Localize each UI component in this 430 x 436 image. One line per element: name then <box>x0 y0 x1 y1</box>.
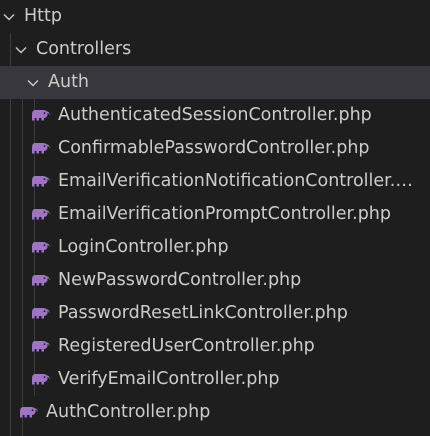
file-label: VerifyEmailController.php <box>58 369 280 389</box>
file-label: ConfirmablePasswordController.php <box>58 138 370 158</box>
tree-file[interactable]: AuthController.php <box>0 396 430 429</box>
folder-label: Controllers <box>36 39 132 59</box>
tree-folder-http[interactable]: Http <box>0 0 430 33</box>
php-elephant-icon <box>30 363 50 396</box>
php-elephant-icon <box>30 264 50 297</box>
php-elephant-icon <box>30 165 50 198</box>
php-elephant-icon <box>30 198 50 231</box>
file-label: RegisteredUserController.php <box>58 336 315 356</box>
file-label: NewPasswordController.php <box>58 270 302 290</box>
tree-file[interactable]: EmailVerificationPromptController.php <box>0 198 430 231</box>
tree-file[interactable]: ConfirmablePasswordController.php <box>0 132 430 165</box>
chevron-down-icon <box>12 33 30 66</box>
tree-file[interactable]: AuthenticatedSessionController.php <box>0 99 430 132</box>
folder-label: Auth <box>48 72 90 92</box>
tree-file[interactable]: PasswordResetLinkController.php <box>0 297 430 330</box>
file-label: AuthController.php <box>46 402 211 422</box>
php-elephant-icon <box>30 231 50 264</box>
tree-folder-auth[interactable]: Auth <box>0 66 430 99</box>
php-elephant-icon <box>30 330 50 363</box>
tree-file[interactable]: VerifyEmailController.php <box>0 363 430 396</box>
file-label: EmailVerificationNotificationController.… <box>58 171 420 191</box>
file-label: AuthenticatedSessionController.php <box>58 105 372 125</box>
tree-file[interactable]: LoginController.php <box>0 231 430 264</box>
tree-file[interactable]: NewPasswordController.php <box>0 264 430 297</box>
folder-label: Http <box>24 6 62 26</box>
file-label: PasswordResetLinkController.php <box>58 303 348 323</box>
chevron-down-icon <box>24 66 42 99</box>
tree-file[interactable]: RegisteredUserController.php <box>0 330 430 363</box>
php-elephant-icon <box>30 99 50 132</box>
chevron-down-icon <box>0 0 18 33</box>
tree-file[interactable]: EmailVerificationNotificationController.… <box>0 165 430 198</box>
file-explorer-tree: Http Controllers Auth AuthenticatedSessi… <box>0 0 430 436</box>
php-elephant-icon <box>30 297 50 330</box>
tree-folder-controllers[interactable]: Controllers <box>0 33 430 66</box>
php-elephant-icon <box>18 396 38 429</box>
file-label: LoginController.php <box>58 237 229 257</box>
file-label: EmailVerificationPromptController.php <box>58 204 392 224</box>
php-elephant-icon <box>30 132 50 165</box>
